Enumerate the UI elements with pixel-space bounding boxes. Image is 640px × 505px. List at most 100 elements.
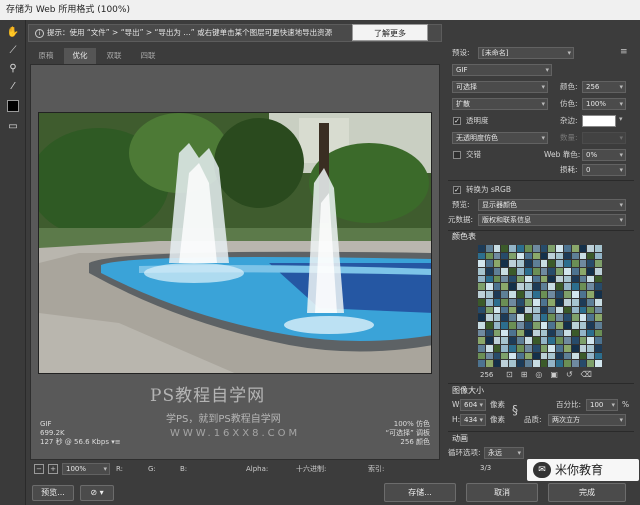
color-swatch[interactable]	[563, 306, 571, 314]
color-swatch[interactable]	[595, 275, 602, 283]
color-swatch[interactable]	[587, 298, 595, 306]
color-swatch[interactable]	[595, 314, 602, 321]
preview-button[interactable]: 预览...	[32, 485, 74, 501]
color-swatch[interactable]	[509, 306, 517, 314]
color-swatch[interactable]	[540, 298, 548, 306]
color-swatch[interactable]	[478, 252, 485, 260]
color-swatch[interactable]	[517, 329, 524, 337]
color-swatch[interactable]	[517, 344, 524, 352]
web-shift-icon[interactable]: ◎	[535, 370, 550, 379]
color-swatch[interactable]	[587, 360, 595, 367]
save-button[interactable]: 存储...	[384, 483, 456, 502]
color-swatch[interactable]	[524, 291, 532, 298]
color-swatch[interactable]	[532, 306, 540, 314]
zoom-out-button[interactable]: −	[34, 464, 44, 474]
color-swatch[interactable]	[540, 321, 548, 329]
color-swatch[interactable]	[563, 329, 571, 337]
color-swatch[interactable]	[493, 252, 501, 260]
color-swatch[interactable]	[563, 298, 571, 306]
color-swatch[interactable]	[501, 344, 509, 352]
cancel-button[interactable]: 取消	[466, 483, 538, 502]
color-swatch[interactable]	[524, 306, 532, 314]
color-swatch[interactable]	[493, 283, 501, 291]
color-swatch[interactable]	[501, 252, 509, 260]
color-swatch[interactable]	[587, 245, 595, 252]
color-swatch[interactable]	[517, 352, 524, 360]
slice-select-icon[interactable]: ⟋	[5, 44, 21, 58]
color-swatch[interactable]	[517, 321, 524, 329]
color-swatch[interactable]	[595, 329, 602, 337]
color-swatch[interactable]	[524, 260, 532, 268]
convert-srgb-checkbox[interactable]: ✓	[453, 186, 461, 194]
color-swatch[interactable]	[485, 321, 493, 329]
color-swatch[interactable]	[595, 337, 602, 344]
color-swatch[interactable]	[556, 275, 563, 283]
color-swatch[interactable]	[532, 352, 540, 360]
color-swatch[interactable]	[587, 268, 595, 275]
color-swatch[interactable]	[579, 306, 587, 314]
color-swatch[interactable]	[517, 275, 524, 283]
color-swatch[interactable]	[501, 275, 509, 283]
color-swatch[interactable]	[517, 337, 524, 344]
color-swatch[interactable]	[587, 337, 595, 344]
color-swatch[interactable]	[579, 298, 587, 306]
color-swatch[interactable]	[493, 298, 501, 306]
zoom-icon[interactable]: ⚲	[5, 62, 21, 76]
color-swatch[interactable]	[517, 245, 524, 252]
color-swatch[interactable]	[478, 291, 485, 298]
color-swatch[interactable]	[524, 252, 532, 260]
color-swatch[interactable]	[509, 252, 517, 260]
matte-dropdown-icon[interactable]: ▾	[619, 115, 623, 123]
color-swatch[interactable]	[517, 360, 524, 367]
color-swatch[interactable]	[532, 337, 540, 344]
color-swatch[interactable]	[509, 314, 517, 321]
color-swatch[interactable]	[571, 252, 579, 260]
color-swatch[interactable]	[501, 245, 509, 252]
color-swatch[interactable]	[485, 329, 493, 337]
color-swatch[interactable]	[595, 360, 602, 367]
color-swatch[interactable]	[493, 268, 501, 275]
color-swatch[interactable]	[563, 260, 571, 268]
color-swatch[interactable]	[501, 298, 509, 306]
color-swatch[interactable]	[485, 337, 493, 344]
color-swatch[interactable]	[517, 314, 524, 321]
color-swatch[interactable]	[548, 352, 556, 360]
color-swatch[interactable]	[540, 337, 548, 344]
color-swatch[interactable]	[532, 252, 540, 260]
color-swatch[interactable]	[548, 314, 556, 321]
color-swatch[interactable]	[478, 283, 485, 291]
color-swatch[interactable]	[563, 252, 571, 260]
color-swatch[interactable]	[548, 268, 556, 275]
color-swatch[interactable]	[556, 337, 563, 344]
color-swatch[interactable]	[524, 245, 532, 252]
color-swatch[interactable]	[532, 298, 540, 306]
color-swatch[interactable]	[485, 306, 493, 314]
color-swatch[interactable]	[532, 344, 540, 352]
color-swatch[interactable]	[571, 360, 579, 367]
color-swatch[interactable]	[587, 314, 595, 321]
preview-select[interactable]: 显示器颜色	[478, 199, 626, 211]
color-swatch[interactable]	[556, 314, 563, 321]
color-swatch[interactable]	[524, 321, 532, 329]
color-swatch[interactable]	[493, 344, 501, 352]
color-swatch[interactable]	[485, 268, 493, 275]
color-swatch[interactable]	[571, 337, 579, 344]
download-time-text[interactable]: 127 秒 @ 56.6 Kbps ▾≡	[40, 438, 121, 447]
color-swatch[interactable]	[571, 298, 579, 306]
color-swatch[interactable]	[587, 321, 595, 329]
color-swatch[interactable]	[571, 291, 579, 298]
color-swatch[interactable]	[509, 245, 517, 252]
color-swatch[interactable]	[478, 298, 485, 306]
color-swatch[interactable]	[517, 268, 524, 275]
color-swatch[interactable]	[524, 337, 532, 344]
color-swatch[interactable]	[493, 245, 501, 252]
color-swatch[interactable]	[595, 283, 602, 291]
color-swatch[interactable]	[485, 298, 493, 306]
color-swatch[interactable]	[478, 360, 485, 367]
color-swatch[interactable]	[501, 291, 509, 298]
add-color-icon[interactable]: ▣	[550, 370, 566, 379]
color-swatch[interactable]	[540, 306, 548, 314]
color-swatch[interactable]	[563, 283, 571, 291]
color-swatch[interactable]	[524, 329, 532, 337]
sort-icon[interactable]: ↺	[566, 370, 581, 379]
